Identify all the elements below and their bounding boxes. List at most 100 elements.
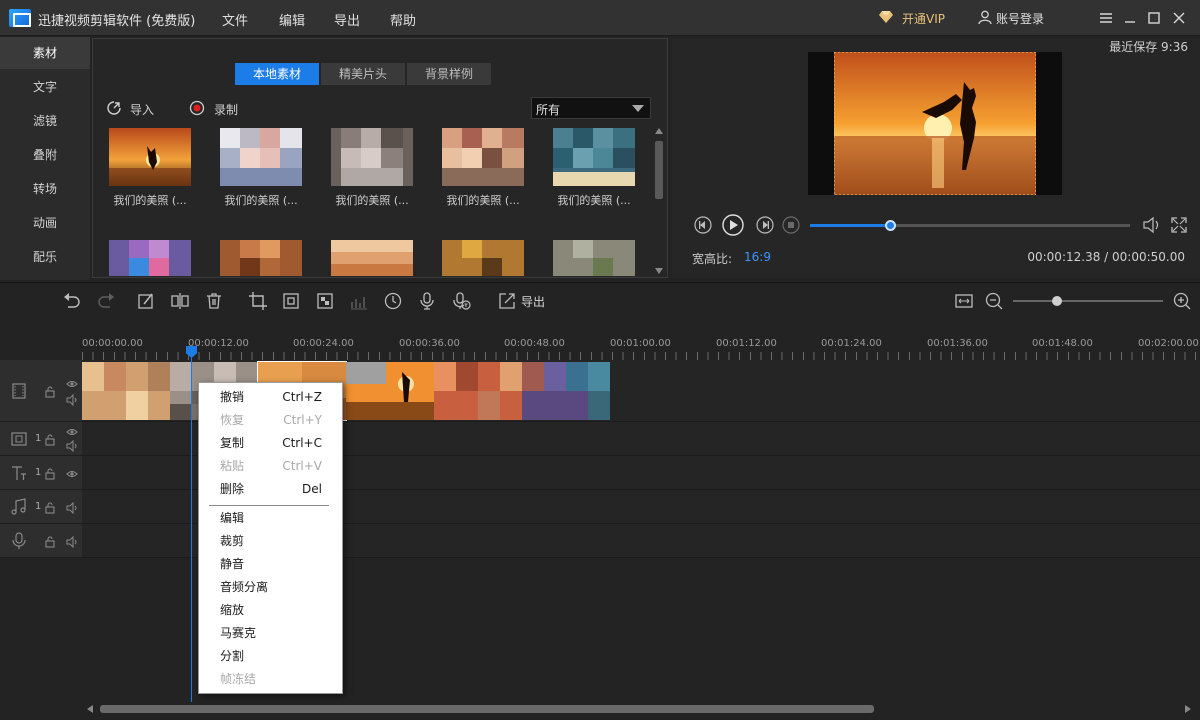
menu-item-redo[interactable]: 恢复 Ctrl+Y [199,409,342,432]
fit-timeline-icon[interactable] [954,291,974,311]
media-thumbnail[interactable] [220,240,302,276]
media-thumbnail[interactable] [553,240,635,276]
sidebar-item-filter[interactable]: 滤镜 [0,105,90,137]
export-icon[interactable] [497,291,517,311]
clock-icon[interactable] [383,291,403,311]
volume-icon[interactable] [1142,216,1162,234]
menu-item-delete[interactable]: 删除 Del [199,478,342,501]
crop-icon[interactable] [248,291,268,311]
microphone-icon[interactable] [417,291,437,311]
close-icon[interactable] [1170,9,1188,27]
export-button[interactable]: 导出 [521,293,545,310]
split-icon[interactable] [170,291,190,311]
menu-item-audio-separate[interactable]: 音频分离 [199,576,342,599]
sidebar-item-music[interactable]: 配乐 [0,241,90,273]
menu-item-crop[interactable]: 裁剪 [199,530,342,553]
menu-item-mute[interactable]: 静音 [199,553,342,576]
menu-help[interactable]: 帮助 [390,10,416,29]
speaker-icon[interactable] [66,502,78,514]
tab-intros[interactable]: 精美片头 [321,63,406,85]
sidebar-item-transition[interactable]: 转场 [0,173,90,205]
delete-icon[interactable] [204,291,224,311]
menu-item-paste[interactable]: 粘贴 Ctrl+V [199,455,342,478]
previous-frame-icon[interactable] [694,216,712,234]
eye-icon[interactable] [66,468,78,480]
eye-icon[interactable] [66,378,78,390]
menu-item-freeze-frame[interactable]: 帧冻结 [199,668,342,691]
media-scroll-thumb[interactable] [655,141,663,199]
redo-icon[interactable] [96,291,116,311]
sidebar-item-overlay[interactable]: 叠附 [0,139,90,171]
menu-item-zoom[interactable]: 缩放 [199,599,342,622]
timeline-zoom-knob[interactable] [1052,296,1062,306]
sidebar-item-text[interactable]: 文字 [0,71,90,103]
import-icon[interactable] [106,100,122,116]
playback-progress-knob[interactable] [885,220,896,231]
zoom-out-icon[interactable] [984,291,1004,311]
maximize-icon[interactable] [1145,9,1163,27]
video-clip[interactable] [434,362,522,420]
timeline-ruler[interactable]: 00:00:00.00 00:00:12.00 00:00:24.00 00:0… [82,336,1200,360]
zoom-in-icon[interactable] [1172,291,1192,311]
media-filter-select[interactable]: 所有 [531,97,651,119]
media-thumbnail[interactable] [220,128,302,186]
login-button[interactable]: 账号登录 [996,10,1044,27]
media-thumbnail[interactable] [442,128,524,186]
lock-icon[interactable] [44,468,56,480]
menu-item-split[interactable]: 分割 [199,645,342,668]
speaker-icon[interactable] [66,536,78,548]
playhead-line[interactable] [191,348,192,702]
mosaic-icon[interactable] [315,291,335,311]
import-button[interactable]: 导入 [130,101,154,118]
scroll-left-icon[interactable] [86,705,94,713]
menu-export[interactable]: 导出 [334,10,360,29]
tab-backgrounds[interactable]: 背景样例 [407,63,492,85]
menu-item-undo[interactable]: 撤销 Ctrl+Z [199,386,342,409]
timeline-scroll-thumb[interactable] [100,705,874,713]
timeline-scrollbar[interactable] [86,702,1192,716]
next-frame-icon[interactable] [756,216,774,234]
zoom-frame-icon[interactable] [281,291,301,311]
scroll-up-icon[interactable] [655,127,663,135]
media-scrollbar[interactable] [652,127,666,275]
scroll-right-icon[interactable] [1184,705,1192,713]
vip-button[interactable]: 开通VIP [902,10,945,27]
record-icon[interactable] [189,100,205,116]
timeline-zoom-slider[interactable] [1013,296,1163,306]
media-thumbnail[interactable] [553,128,635,186]
media-thumbnail[interactable] [109,240,191,276]
media-thumbnail[interactable] [331,128,413,186]
menu-file[interactable]: 文件 [222,10,248,29]
media-thumbnail[interactable] [109,128,191,186]
tab-local-media[interactable]: 本地素材 [235,63,320,85]
text-to-speech-icon[interactable] [452,291,472,311]
menu-edit[interactable]: 编辑 [279,10,305,29]
menu-item-mosaic[interactable]: 马赛克 [199,622,342,645]
menu-icon[interactable] [1097,9,1115,27]
minimize-icon[interactable] [1121,9,1139,27]
playback-progress-bar[interactable] [810,220,1130,231]
record-button[interactable]: 录制 [214,101,238,118]
lock-icon[interactable] [44,434,56,446]
stop-icon[interactable] [782,216,800,234]
eye-icon[interactable] [66,426,78,438]
sidebar-item-animation[interactable]: 动画 [0,207,90,239]
lock-icon[interactable] [44,386,56,398]
undo-icon[interactable] [62,291,82,311]
sidebar-item-material[interactable]: 素材 [0,37,90,69]
speaker-icon[interactable] [66,440,78,452]
lock-icon[interactable] [44,536,56,548]
menu-item-copy[interactable]: 复制 Ctrl+C [199,432,342,455]
play-icon[interactable] [722,214,744,236]
preview-canvas[interactable] [808,52,1062,195]
fullscreen-icon[interactable] [1170,216,1188,234]
video-clip[interactable] [522,362,610,420]
aspect-ratio-value[interactable]: 16:9 [744,250,771,264]
lock-icon[interactable] [44,502,56,514]
video-clip[interactable] [82,362,170,420]
audio-levels-icon[interactable] [349,291,369,311]
media-thumbnail[interactable] [442,240,524,276]
video-clip[interactable] [346,362,434,420]
media-thumbnail[interactable] [331,240,413,276]
menu-item-edit[interactable]: 编辑 [199,507,342,530]
